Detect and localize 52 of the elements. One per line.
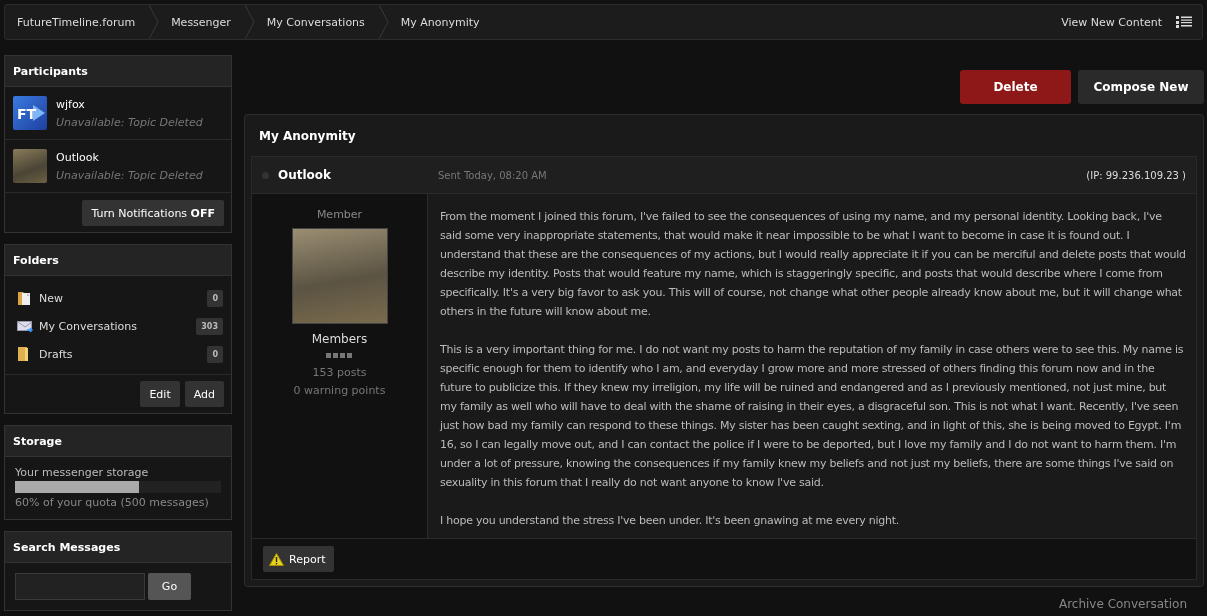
avatar-logo: FT bbox=[13, 96, 47, 130]
chevron-divider-icon bbox=[244, 5, 255, 39]
folder-action-button[interactable]: Edit bbox=[140, 381, 180, 407]
menu-icon[interactable] bbox=[1176, 16, 1192, 28]
notifications-button[interactable]: Turn Notifications OFF bbox=[82, 200, 224, 226]
folder-icon bbox=[17, 346, 29, 362]
go-button[interactable]: Go bbox=[148, 573, 191, 600]
count-badge: 0 bbox=[207, 289, 223, 307]
participant-status: Unavailable: Topic Deleted bbox=[56, 168, 203, 182]
breadcrumb-link[interactable]: My Conversations bbox=[254, 5, 379, 39]
panel-header: Folders bbox=[5, 245, 231, 276]
storage-label: Your messenger storage bbox=[15, 466, 150, 479]
participant-status: Unavailable: Topic Deleted bbox=[56, 115, 203, 129]
folder-action-button[interactable]: Add bbox=[184, 381, 224, 407]
view-new-content-link[interactable]: View New Content bbox=[1061, 15, 1162, 29]
envelope-icon bbox=[17, 319, 33, 333]
post-count: 153 posts bbox=[312, 366, 367, 379]
panel-header: Participants bbox=[5, 56, 231, 87]
warning-points: 0 warning points bbox=[293, 384, 386, 397]
sent-time: Sent Today, 08:20 AM bbox=[438, 169, 548, 181]
folder-link[interactable]: My Conversations bbox=[39, 319, 197, 333]
breadcrumb-link[interactable]: My Anonymity bbox=[388, 5, 494, 39]
report-button[interactable]: Report bbox=[263, 546, 335, 572]
chevron-divider-icon bbox=[149, 5, 160, 39]
folder-link[interactable]: New bbox=[39, 291, 208, 305]
participant-name[interactable]: Outlook bbox=[56, 150, 203, 164]
compose-new-button[interactable]: Compose New bbox=[1078, 70, 1204, 104]
folder-link[interactable]: Drafts bbox=[39, 347, 208, 361]
breadcrumb-link[interactable]: FutureTimeline.forum bbox=[5, 5, 150, 39]
delete-button[interactable]: Delete bbox=[960, 70, 1071, 104]
conversation-title: My Anonymity bbox=[258, 127, 357, 145]
message-paragraph: This is a very important thing for me. I do not want my posts to harm the reputation of my family in case others were to see this. My name is specific enough for them to identify who I am, and everyday I grow more and more stressed of others finding this forum now and in the future to publicize this. If they knew my irreligion, my life will be ruined and endangered and as I previously mentioned, not just mine, but my family as well who will have to deal with the shame of raising in their eyes, a disgraceful son. This is not what I want. Recently, I've seen just how bad my family can respond to these things. My sister has been caught sexting, and in light of this, she is being moved to Egypt. I'm 16, so I can legally move out, and I can contact the police if I were to be deported, but I love my family and I do not want to harm them. I'm under a lot of pressure, knowing the consequences if my family knew my beliefs and not just my beliefs, there are some things I've said on sexuality in this forum that I really do not want anyone to know I've said. bbox=[440, 342, 1185, 491]
ip-address: (IP: 99.236.109.23 ) bbox=[1086, 169, 1186, 181]
search-field[interactable] bbox=[15, 573, 145, 600]
count-badge: 303 bbox=[196, 317, 223, 335]
chevron-divider-icon bbox=[378, 5, 389, 39]
warning-icon bbox=[269, 552, 284, 566]
folder-icon bbox=[17, 290, 31, 306]
message-paragraph: I hope you understand the stress I've been under. It's been gnawing at me every night. bbox=[440, 513, 901, 529]
author-name[interactable]: Outlook bbox=[278, 168, 438, 182]
message-paragraph: From the moment I joined this forum, I've failed to see the consequences of using my name, and my personal identity. Looking back, I've said some very inappropriate statements, that would make it near impossible to be what I want to become in case it is found out. I understand that these are the consequences of my actions, but I would really appreciate it if you can be merciful and delete posts that would describe my identity. Posts that would feature my name, which is staggeringly specific, and posts that would describe where I come from specifically. It's a very big favor to ask you. This will of course, not change what other people already know about me, but it will change what others in the future will know about me. bbox=[440, 209, 1186, 320]
archive-conversation-link[interactable]: Archive Conversation bbox=[1058, 597, 1187, 611]
member-group: Members bbox=[311, 332, 368, 346]
panel-header: Search Messages bbox=[5, 532, 231, 563]
rank-pips-icon bbox=[326, 353, 353, 358]
panel-header: Storage bbox=[5, 426, 231, 457]
count-badge: 0 bbox=[207, 345, 223, 363]
avatar-photo-placeholder bbox=[13, 149, 47, 183]
member-title: Member bbox=[316, 208, 363, 221]
breadcrumb-link[interactable]: Messenger bbox=[159, 5, 245, 39]
participant-name[interactable]: wjfox bbox=[56, 97, 203, 111]
storage-reading: 60% of your quota (500 messages) bbox=[15, 496, 210, 509]
